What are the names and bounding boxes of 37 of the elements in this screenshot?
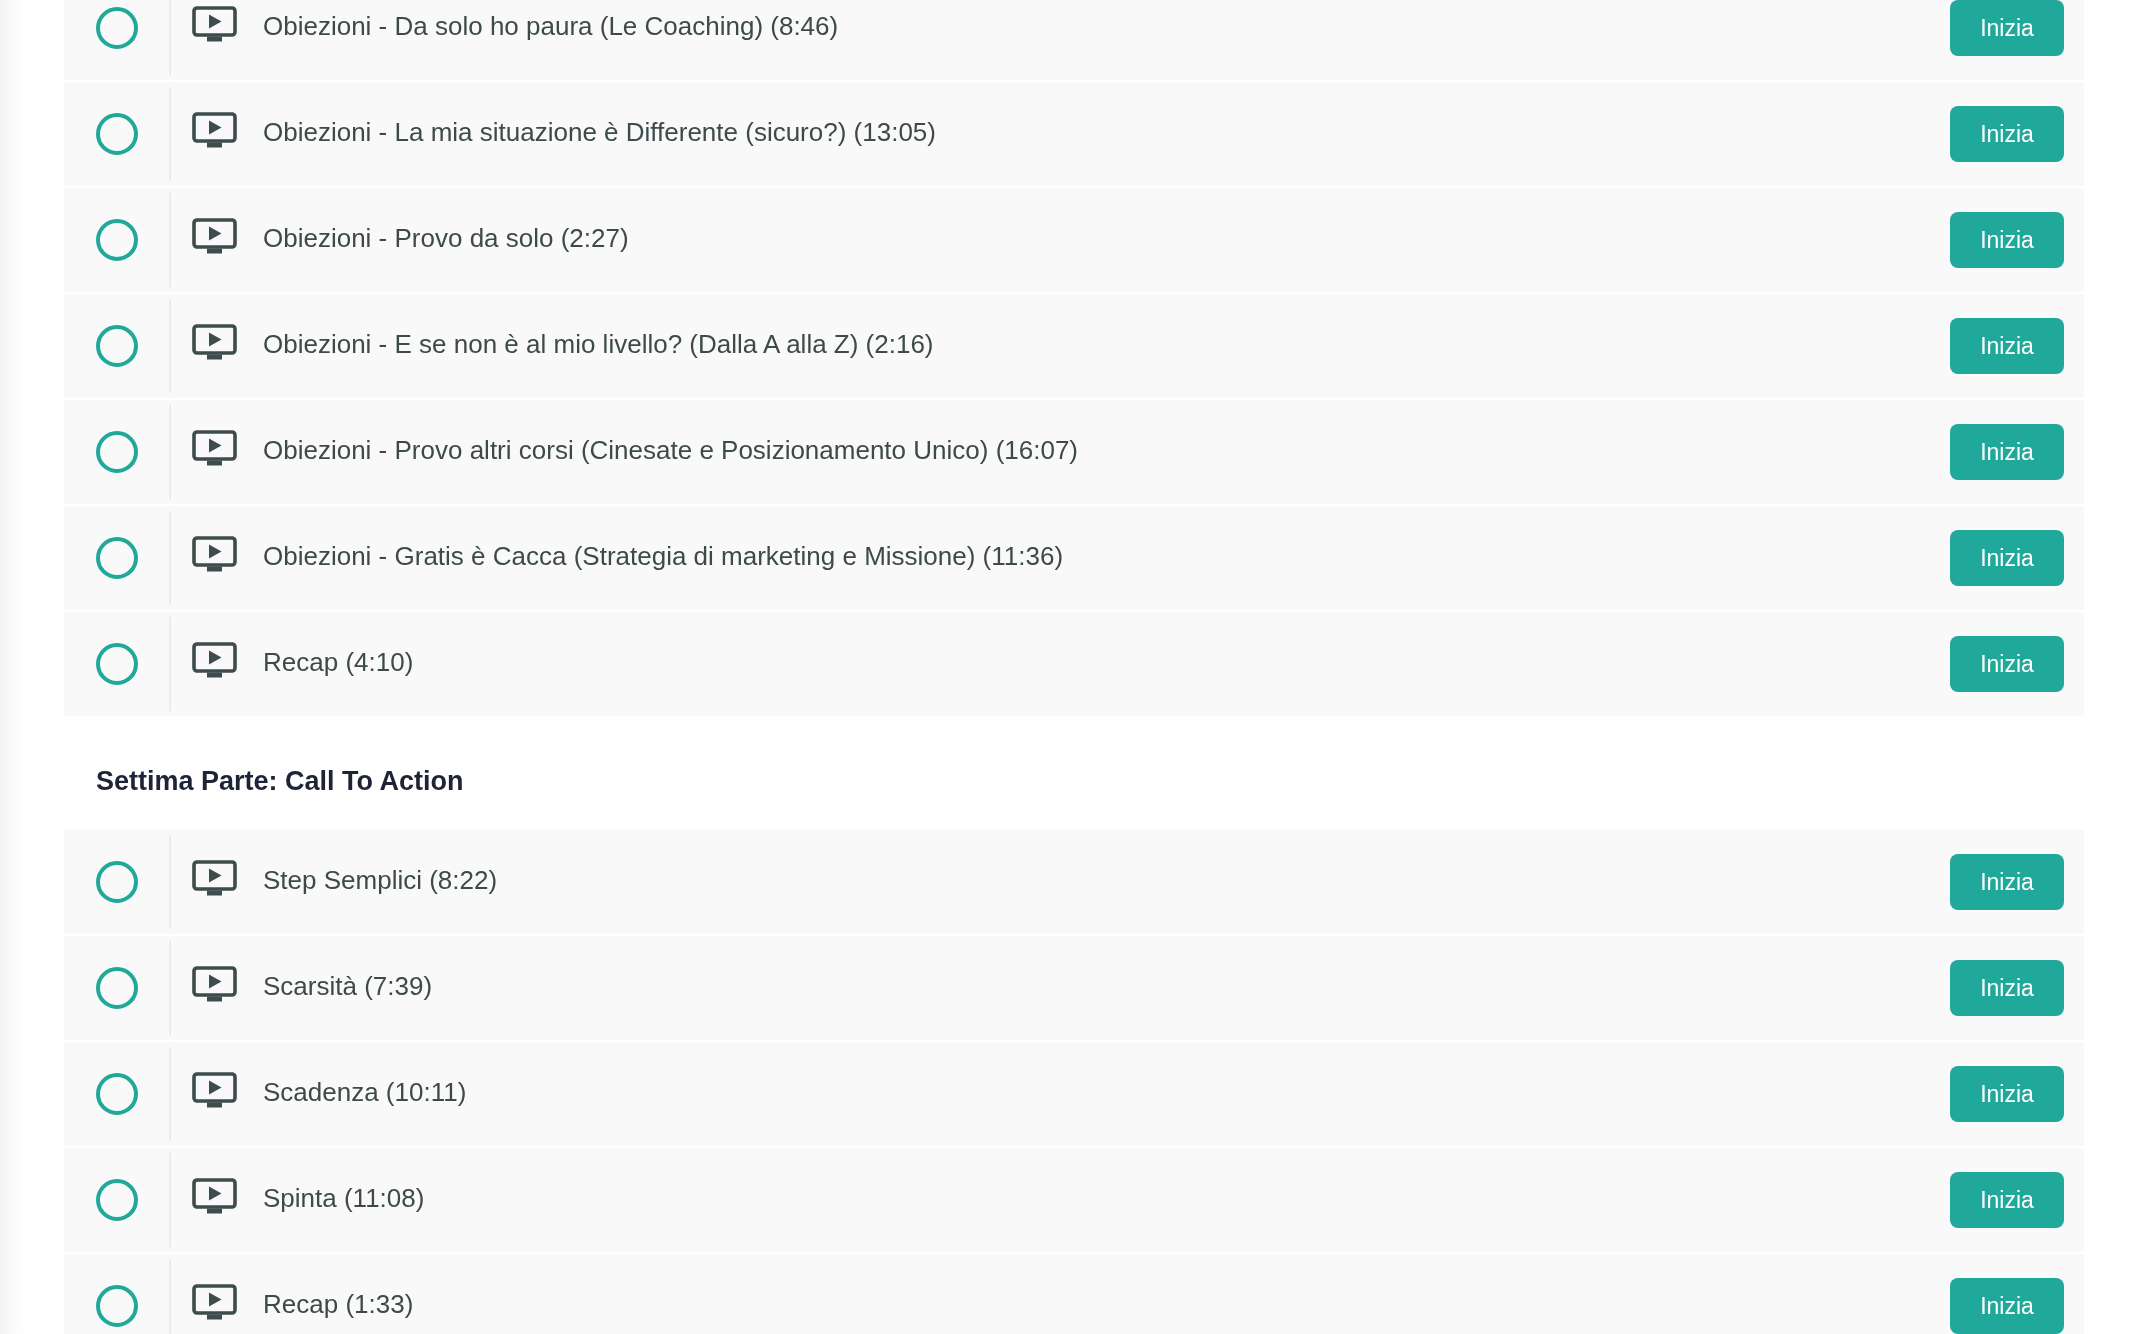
start-button[interactable]: Inizia bbox=[1950, 960, 2064, 1016]
lesson-title: Step Semplici (8:22) bbox=[263, 863, 498, 896]
lesson-title: Obiezioni - Da solo ho paura (Le Coaching) (8:46) bbox=[263, 9, 839, 42]
lesson-title: Obiezioni - Provo altri corsi (Cinesate e Posizionamento Unico) (16:07) bbox=[263, 433, 1078, 466]
lesson-title: Obiezioni - Provo da solo (2:27) bbox=[263, 221, 629, 254]
video-monitor-icon bbox=[192, 860, 237, 896]
lesson-title: Obiezioni - La mia situazione è Differente (sicuro?) (13:05) bbox=[263, 115, 936, 148]
video-monitor-icon bbox=[192, 966, 237, 1002]
lesson-title: Obiezioni - Gratis è Cacca (Strategia di marketing e Missione) (11:36) bbox=[263, 539, 1064, 572]
start-button[interactable]: Inizia bbox=[1950, 1172, 2064, 1228]
video-monitor-icon bbox=[192, 642, 237, 678]
section-heading: Settima Parte: Call To Action bbox=[95, 765, 465, 798]
start-button[interactable]: Inizia bbox=[1950, 1066, 2064, 1122]
lesson-title: Recap (4:10) bbox=[263, 645, 414, 678]
lesson-title: Spinta (11:08) bbox=[263, 1181, 425, 1214]
video-monitor-icon bbox=[192, 324, 237, 360]
video-monitor-icon bbox=[192, 1072, 237, 1108]
video-monitor-icon bbox=[192, 536, 237, 572]
start-button[interactable]: Inizia bbox=[1950, 212, 2064, 268]
video-monitor-icon bbox=[192, 218, 237, 254]
video-monitor-icon bbox=[192, 6, 237, 42]
start-button[interactable]: Inizia bbox=[1950, 0, 2064, 56]
start-button[interactable]: Inizia bbox=[1950, 106, 2064, 162]
video-monitor-icon bbox=[192, 112, 237, 148]
start-button[interactable]: Inizia bbox=[1950, 530, 2064, 586]
video-monitor-icon bbox=[192, 1178, 237, 1214]
start-button[interactable]: Inizia bbox=[1950, 854, 2064, 910]
start-button[interactable]: Inizia bbox=[1950, 1278, 2064, 1334]
video-monitor-icon bbox=[192, 430, 237, 466]
start-button[interactable]: Inizia bbox=[1950, 424, 2064, 480]
lesson-title: Obiezioni - E se non è al mio livello? (Dalla A alla Z) (2:16) bbox=[263, 327, 934, 360]
video-monitor-icon bbox=[192, 1284, 237, 1320]
lesson-title: Scadenza (10:11) bbox=[263, 1075, 467, 1108]
start-button[interactable]: Inizia bbox=[1950, 318, 2064, 374]
lesson-title: Scarsità (7:39) bbox=[263, 969, 433, 1002]
lesson-title: Recap (1:33) bbox=[263, 1287, 414, 1320]
start-button[interactable]: Inizia bbox=[1950, 636, 2064, 692]
